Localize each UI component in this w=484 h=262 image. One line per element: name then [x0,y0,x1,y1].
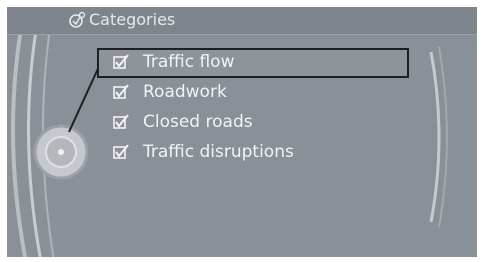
list-item-traffic-flow[interactable]: Traffic flow [97,48,409,78]
list-item-label: Closed roads [143,112,253,132]
list-item-label: Traffic disruptions [143,142,294,162]
list-item-label: Roadwork [143,82,227,102]
scrollbar[interactable] [417,7,457,257]
list-item-closed-roads[interactable]: Closed roads [97,108,409,138]
list-item-label: Traffic flow [143,52,235,72]
category-list: Traffic flow Roadwork Closed roads Traff… [97,48,409,168]
list-item-roadwork[interactable]: Roadwork [97,78,409,108]
checkbox-checked-icon[interactable] [113,114,129,130]
checkbox-checked-icon[interactable] [113,84,129,100]
list-item-traffic-disruptions[interactable]: Traffic disruptions [97,138,409,168]
checkbox-checked-icon[interactable] [113,54,129,70]
idrive-screen: Categories Traffic flow Roadwork Closed … [7,7,477,257]
traffic-settings-icon [69,11,86,28]
header-bar: Categories [7,7,477,35]
checkbox-checked-icon[interactable] [113,144,129,160]
page-title: Categories [89,10,176,29]
